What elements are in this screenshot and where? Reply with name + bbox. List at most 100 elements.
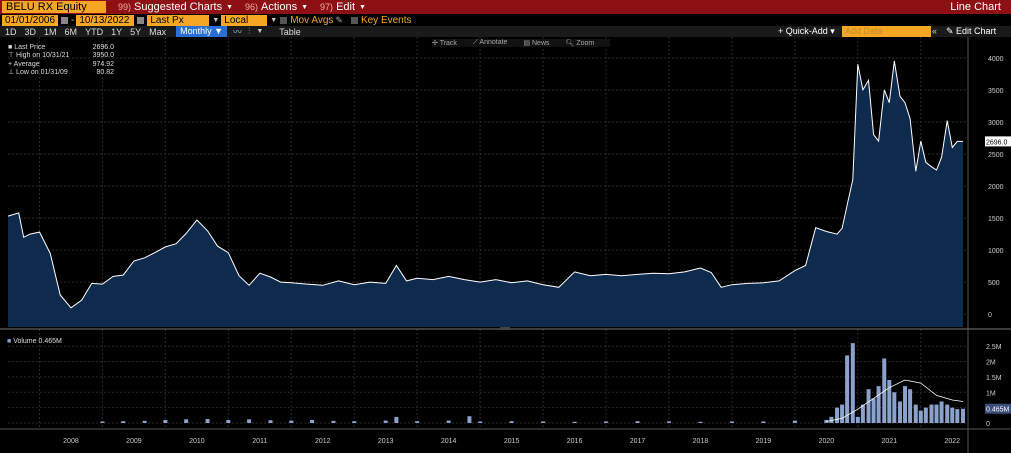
caret-down-icon[interactable]: ▼ — [256, 28, 263, 35]
volume-bar — [205, 419, 210, 423]
volume-bar — [478, 421, 483, 423]
menu-label: Actions — [261, 1, 298, 13]
zoom-tool[interactable]: 🔍︎ Zoom — [566, 39, 603, 47]
title-bar: BELU RX Equity 99) Suggested Charts ▼ 96… — [0, 0, 1011, 14]
legend-value: 80.82 — [96, 68, 114, 76]
add-data-input[interactable]: Add Data — [842, 26, 931, 37]
price-tick-label: 0 — [988, 312, 992, 319]
volume-bar — [918, 410, 923, 423]
volume-legend-label: Volume 0.465M — [13, 338, 62, 345]
price-tick-label: 1500 — [988, 216, 1004, 223]
period-1y[interactable]: 1Y — [111, 27, 122, 37]
tool-label: Zoom — [576, 40, 595, 47]
chart-type-label: Line Chart — [950, 1, 1001, 13]
tool-label: News — [532, 40, 550, 47]
volume-bar — [142, 420, 147, 423]
volume-bar — [446, 420, 451, 423]
year-tick-label: 2022 — [944, 438, 960, 445]
period-3d[interactable]: 3D — [25, 27, 37, 37]
collapse-icon[interactable]: « — [932, 26, 937, 36]
chart-area[interactable]: 0 500 1000 1500 2000 2500 3000 3500 4000 2696.0 0… — [0, 37, 1011, 453]
legend-name: ⊤ High on 10/31/21 — [8, 52, 70, 60]
legend-row: ⊥ Low on 01/31/09 80.82 — [8, 69, 114, 77]
period-max[interactable]: Max — [149, 27, 166, 37]
edit-chart-label: Edit Chart — [956, 26, 997, 36]
frequency-selector[interactable]: Monthly ▼ — [176, 26, 228, 37]
volume-bar — [929, 404, 934, 423]
track-tool[interactable]: ✢ Track — [432, 39, 465, 47]
period-6m[interactable]: 6M — [65, 27, 78, 37]
volume-bar — [541, 421, 546, 423]
volume-bar — [572, 421, 577, 423]
tool-label: Annotate — [479, 39, 508, 46]
period-1m[interactable]: 1M — [44, 27, 57, 37]
actions-menu[interactable]: 96) Actions ▼ — [245, 1, 308, 13]
legend-name: + Average — [8, 60, 40, 68]
legend-label: High on 10/31/21 — [16, 52, 70, 60]
end-date-field[interactable]: 10/13/2022 — [76, 14, 135, 26]
volume-bar — [666, 421, 671, 423]
volume-bar — [100, 421, 105, 423]
legend-row: ■ Last Price 2696.0 — [8, 44, 114, 52]
volume-bar — [289, 420, 294, 423]
quick-add-button[interactable]: + Quick-Add ▾ — [778, 26, 835, 37]
volume-bar — [383, 420, 388, 423]
suggested-charts-menu[interactable]: 99) Suggested Charts ▼ — [118, 1, 233, 13]
edit-chart-button[interactable]: ✎ Edit Chart — [946, 26, 996, 37]
ticker-field[interactable]: BELU RX Equity — [2, 1, 106, 13]
calendar-icon[interactable] — [137, 16, 145, 24]
news-tool[interactable]: ▤ News — [523, 39, 557, 47]
volume-tick-label: 1.5M — [986, 375, 1002, 382]
tool-label: Track — [439, 40, 457, 47]
start-date-field[interactable]: 01/01/2006 — [2, 14, 58, 26]
annotate-tool[interactable]: ⟋ Annotate — [473, 39, 516, 47]
year-tick-label: 2017 — [630, 438, 646, 445]
frequency-label: Monthly — [180, 26, 212, 36]
legend-name: ■ Last Price — [8, 44, 46, 51]
mov-avgs-label[interactable]: Mov Avgs — [290, 15, 333, 26]
volume-bar — [835, 407, 840, 423]
period-1d[interactable]: 1D — [5, 27, 17, 37]
menu-label: Edit — [336, 1, 356, 13]
volume-bar — [467, 416, 472, 423]
field-selector[interactable]: Last Px — [147, 14, 210, 26]
legend-label: Average — [13, 60, 40, 68]
price-tick-label: 2000 — [988, 184, 1004, 191]
legend-label: Low on 01/31/09 — [16, 68, 68, 76]
legend-row: + Average 974.92 — [8, 61, 114, 69]
volume-bar — [331, 420, 336, 423]
period-ytd[interactable]: YTD — [85, 27, 103, 37]
volume-bar — [247, 419, 252, 423]
panel-resize-handle[interactable] — [500, 327, 510, 330]
key-events-checkbox[interactable] — [350, 16, 358, 24]
volume-bar — [310, 419, 315, 423]
volume-bar — [866, 389, 871, 423]
calendar-icon[interactable] — [61, 16, 68, 24]
bar-style-icon[interactable]: ⫶ — [248, 26, 250, 37]
volume-bar — [860, 404, 865, 423]
legend-name: ⊥ Low on 01/31/09 — [8, 68, 68, 76]
volume-bar — [892, 392, 897, 423]
mov-avgs-checkbox[interactable] — [280, 16, 288, 24]
year-tick-label: 2020 — [819, 438, 835, 445]
volume-bar — [960, 408, 965, 423]
volume-bar — [604, 421, 609, 423]
legend-value: 2696.0 — [92, 44, 114, 51]
key-events-label[interactable]: Key Events — [361, 15, 412, 26]
volume-tick-label: 2.5M — [986, 344, 1002, 351]
date-separator: - — [71, 14, 75, 26]
volume-bar — [226, 419, 231, 423]
menu-number: 96) — [245, 2, 259, 12]
caret-down-icon[interactable]: ▼ — [270, 17, 277, 24]
caret-down-icon[interactable]: ▼ — [212, 17, 219, 24]
pencil-icon[interactable]: ✎ — [335, 15, 343, 26]
volume-bar — [840, 404, 845, 423]
table-button[interactable]: Table — [279, 27, 301, 37]
menu-number: 99) — [118, 2, 132, 12]
price-tick-label: 4000 — [988, 56, 1004, 63]
date-controls: 01/01/2006 - 10/13/2022 Last Px ▼ Local … — [0, 14, 1011, 37]
edit-menu[interactable]: 97) Edit ▼ — [320, 1, 366, 13]
currency-selector[interactable]: Local CCY — [221, 14, 268, 37]
period-5y[interactable]: 5Y — [130, 27, 141, 37]
volume-bar — [871, 398, 876, 423]
